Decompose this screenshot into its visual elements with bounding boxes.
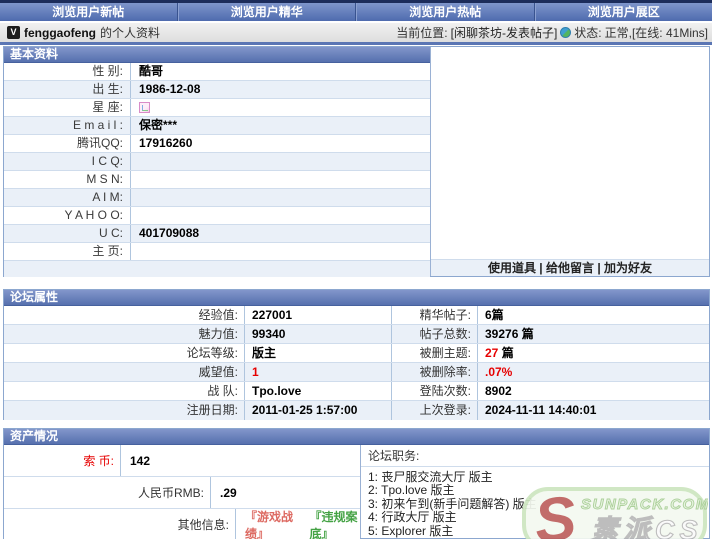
row-msn: M S N: xyxy=(4,171,430,189)
profile-page: 浏览用户新帖 浏览用户精华 浏览用户热帖 浏览用户展区 V fenggaofen… xyxy=(0,0,712,539)
assets-section: 资产情况 索 币: 142 人民币RMB: .29 其他信息: 『游戏战绩』 『… xyxy=(3,428,710,539)
status-value: 正常,[在线: 41Mins] xyxy=(605,24,708,41)
row-email: E m a i l : 保密*** xyxy=(4,117,430,135)
avatar-panel: 使用道具 | 给他留言 | 加为好友 xyxy=(431,47,709,276)
top-nav: 浏览用户新帖 浏览用户精华 浏览用户热帖 浏览用户展区 xyxy=(0,0,712,21)
nav-user-digest-posts[interactable]: 浏览用户精华 xyxy=(178,3,357,21)
location-link[interactable]: [闲聊茶坊-发表帖子] xyxy=(451,24,558,41)
row-prestige: 威望值: 1 被删除率: .07% xyxy=(4,363,709,382)
header-divider xyxy=(0,42,712,45)
leave-message-link[interactable]: 给他留言 xyxy=(546,261,594,275)
duty-item: 1: 丧尸服交流大厅 版主 xyxy=(368,471,709,484)
nav-user-hot-posts[interactable]: 浏览用户热帖 xyxy=(356,3,535,21)
action-links: 使用道具 | 给他留言 | 加为好友 xyxy=(431,259,709,276)
add-friend-link[interactable]: 加为好友 xyxy=(604,261,652,275)
row-team: 战 队: Tpo.love 登陆次数: 8902 xyxy=(4,382,709,401)
assets-title: 资产情况 xyxy=(4,429,709,445)
nav-user-zone[interactable]: 浏览用户展区 xyxy=(535,3,712,21)
broken-image-icon xyxy=(139,102,150,113)
violation-record-link[interactable]: 『违规案底』 xyxy=(310,508,361,539)
row-experience: 经验值: 227001 精华帖子: 6篇 xyxy=(4,306,709,325)
watermark-domain: SUNPACK.COM xyxy=(581,496,708,513)
row-aim: A I M: xyxy=(4,189,430,207)
forum-attributes-title: 论坛属性 xyxy=(4,290,709,306)
profile-header: V fenggaofeng 的个人资料 当前位置: [闲聊茶坊-发表帖子] 状态… xyxy=(0,23,712,42)
row-charm: 魅力值: 99340 帖子总数: 39276 篇 xyxy=(4,325,709,344)
row-qq: 腾讯QQ: 17916260 xyxy=(4,135,430,153)
basic-info-table: 基本资料 性 别: 酷哥 出 生: 1986-12-08 星 座: E m a … xyxy=(4,47,431,276)
basic-footer-strip xyxy=(4,261,430,277)
watermark-letter: S xyxy=(531,484,579,539)
row-zodiac: 星 座: xyxy=(4,99,430,117)
use-magic-link[interactable]: 使用道具 xyxy=(488,261,536,275)
online-status-icon xyxy=(560,27,571,38)
username: fenggaofeng xyxy=(24,26,96,40)
forum-attributes-section: 论坛属性 经验值: 227001 精华帖子: 6篇 魅力值: 99340 帖子总… xyxy=(3,289,710,420)
game-record-link[interactable]: 『游戏战绩』 xyxy=(245,508,296,539)
page-title: 的个人资料 xyxy=(100,24,160,41)
basic-info-section: 基本资料 性 别: 酷哥 出 生: 1986-12-08 星 座: E m a … xyxy=(3,46,710,277)
row-rank: 论坛等级: 版主 被删主题: 27 篇 xyxy=(4,344,709,363)
duties-title: 论坛职务: xyxy=(361,445,709,467)
row-homepage: 主 页: xyxy=(4,243,430,261)
basic-info-title: 基本资料 xyxy=(4,47,430,63)
row-uc: U C: 401709088 xyxy=(4,225,430,243)
row-coins: 索 币: 142 xyxy=(4,445,360,477)
user-badge-icon: V xyxy=(7,26,20,39)
row-birthday: 出 生: 1986-12-08 xyxy=(4,81,430,99)
duties-panel: 论坛职务: 1: 丧尸服交流大厅 版主 2: Tpo.love 版主 3: 初来… xyxy=(361,445,709,538)
row-rmb: 人民币RMB: .29 xyxy=(4,477,360,509)
location-label: 当前位置: xyxy=(396,24,447,41)
row-other-info: 其他信息: 『游戏战绩』 『违规案底』 xyxy=(4,509,360,539)
row-register-date: 注册日期: 2011-01-25 1:57:00 上次登录: 2024-11-1… xyxy=(4,401,709,420)
status-label: 状态: xyxy=(574,24,601,41)
row-gender: 性 别: 酷哥 xyxy=(4,63,430,81)
watermark-brand: 素派CS xyxy=(591,515,703,539)
row-icq: I C Q: xyxy=(4,153,430,171)
row-yahoo: Y A H O O: xyxy=(4,207,430,225)
sunpack-watermark-logo: S SUNPACK.COM 素派CS xyxy=(521,484,708,539)
nav-user-new-posts[interactable]: 浏览用户新帖 xyxy=(0,3,178,21)
assets-table: 索 币: 142 人民币RMB: .29 其他信息: 『游戏战绩』 『违规案底』 xyxy=(4,445,361,538)
